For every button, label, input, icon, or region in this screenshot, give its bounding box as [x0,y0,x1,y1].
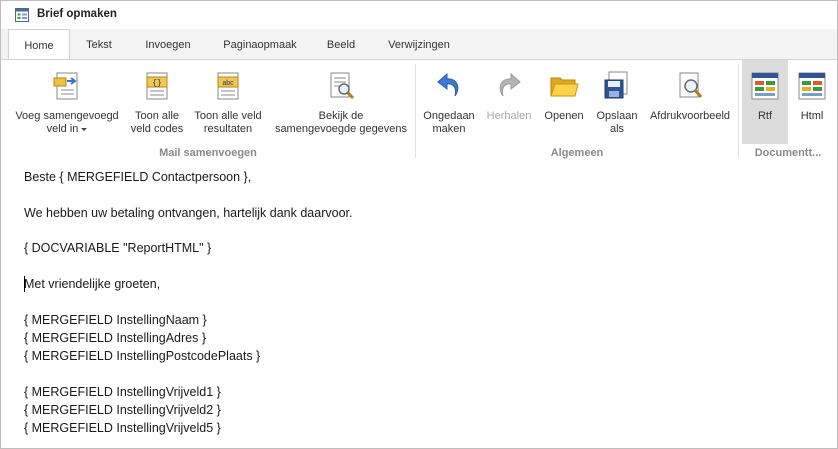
tab-paginaopmaak[interactable]: Paginaopmaak [217,29,303,59]
rtf-button[interactable]: Rtf [742,60,788,144]
open-label: Openen [544,110,584,122]
document-line: { MERGEFIELD InstellingPostcodePlaats } [24,349,261,363]
svg-text:{}: {} [152,79,162,88]
ribbon: Voeg samengevoegd veld in {} Toon alle v… [1,59,837,163]
undo-label-1: Ongedaan [423,110,475,122]
insert-merge-field-button[interactable]: Voeg samengevoegd veld in [9,60,125,144]
document-line: { MERGEFIELD InstellingNaam } [24,313,207,327]
save-as-label-2: als [609,123,625,135]
view-merged-data-button[interactable]: Bekijk de samengevoegde gegevens [271,60,411,144]
undo-label-2: maken [432,123,466,135]
insert-field-label-2: veld in [46,123,79,135]
document-line: Met vriendelijke groeten, [24,277,161,291]
tab-invoegen[interactable]: Invoegen [137,29,199,59]
redo-button[interactable]: Herhalen [482,60,536,144]
form-icon [15,8,29,22]
group-document: Rtf Html Documentt... [739,60,837,162]
redo-label: Herhalen [486,110,532,122]
group-label-document: Documentt... [754,147,822,159]
document-line: { DOCVARIABLE "ReportHTML" } [24,241,212,255]
tab-home[interactable]: Home [8,29,70,60]
insert-field-label-1: Voeg samengevoegd [15,110,119,122]
insert-field-icon [53,72,78,100]
tab-tekst[interactable]: Tekst [77,29,121,59]
field-codes-icon: {} [146,72,168,100]
rtf-format-icon [751,72,779,100]
tab-verwijzingen[interactable]: Verwijzingen [379,29,459,59]
folder-open-icon [550,77,579,97]
print-preview-label: Afdrukvoorbeeld [649,110,731,122]
field-results-icon: abc [217,72,239,100]
group-label-mail-samenvoegen: Mail samenvoegen [159,147,257,159]
view-merged-label-1: Bekijk de [318,110,364,122]
open-button[interactable]: Openen [538,60,590,144]
show-field-results-button[interactable]: abc Toon alle veld resultaten [191,60,265,144]
show-field-codes-button[interactable]: {} Toon alle veld codes [127,60,187,144]
svg-text:abc: abc [222,80,234,87]
print-preview-icon [679,72,703,98]
undo-icon [437,72,459,97]
html-format-icon [798,72,826,100]
title-bar: Brief opmaken [1,1,837,29]
document-line: { MERGEFIELD InstellingVrijveld5 } [24,421,221,435]
show-codes-label-1: Toon alle [134,110,180,122]
view-merged-label-2: samengevoegde gegevens [274,123,408,135]
document-editor[interactable]: Beste { MERGEFIELD Contactpersoon }, We … [1,162,837,448]
print-preview-button[interactable]: Afdrukvoorbeeld [646,60,734,144]
redo-icon [499,72,521,97]
brief-opmaken-window: Brief opmaken Home Tekst Invoegen Pagina… [0,0,838,449]
undo-button[interactable]: Ongedaan maken [418,60,480,144]
document-line: Beste { MERGEFIELD Contactpersoon }, [24,170,252,184]
document-line: { MERGEFIELD InstellingAdres } [24,331,207,345]
save-as-label-1: Opslaan [596,110,638,122]
document-line: We hebben uw betaling ontvangen, harteli… [24,206,353,220]
html-button[interactable]: Html [789,60,835,144]
dropdown-arrow-icon [81,127,88,131]
show-codes-label-2: veld codes [130,123,184,135]
show-results-label-1: Toon alle veld [194,110,262,122]
document-line: { MERGEFIELD InstellingVrijveld1 } [24,385,221,399]
rtf-label: Rtf [757,110,773,122]
preview-merge-icon [330,72,355,100]
text-cursor [24,276,25,292]
document-line: { MERGEFIELD InstellingVrijveld2 } [24,403,221,417]
show-results-label-2: resultaten [203,123,253,135]
html-label: Html [800,110,824,122]
ribbon-tabs: Home Tekst Invoegen Paginaopmaak Beeld V… [1,29,837,60]
save-as-icon [604,71,628,99]
save-as-button[interactable]: Opslaan als [592,60,642,144]
tab-beeld[interactable]: Beeld [319,29,363,59]
group-label-algemeen: Algemeen [550,147,604,159]
group-algemeen: Ongedaan maken Herhalen Openen Opslaan a… [416,60,738,162]
window-title: Brief opmaken [37,8,117,20]
group-mail-samenvoegen: Voeg samengevoegd veld in {} Toon alle v… [1,60,415,162]
